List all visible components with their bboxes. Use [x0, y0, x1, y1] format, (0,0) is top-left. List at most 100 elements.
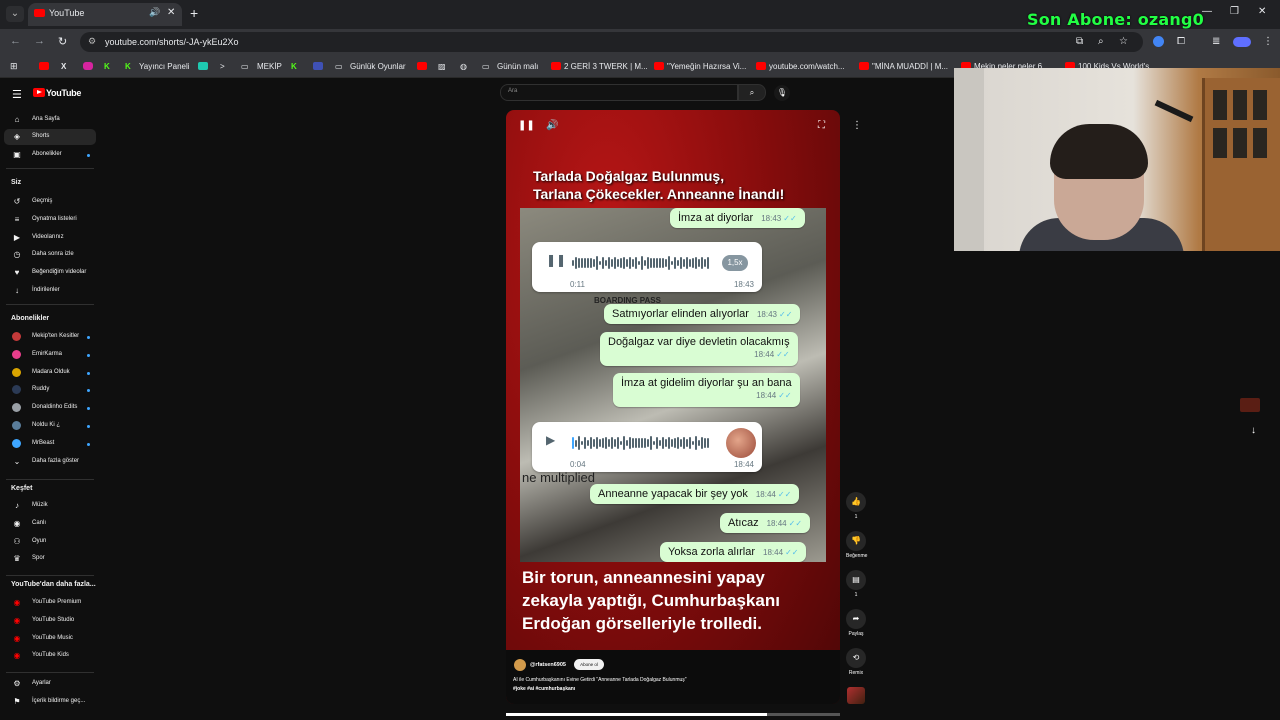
bookmark-label[interactable]: MEKİP: [257, 62, 282, 71]
tab-audio-icon[interactable]: 🔊: [149, 7, 160, 18]
sidebar-item-live[interactable]: ◉ Canlı: [4, 516, 96, 532]
volume-icon[interactable]: 🔊: [546, 120, 558, 131]
like-button[interactable]: 👍 1: [846, 492, 866, 520]
bookmark-label[interactable]: Günün malı: [497, 62, 538, 71]
bookmark-kick-icon[interactable]: K: [125, 62, 131, 71]
channel-name[interactable]: @rfatsen6905: [530, 662, 566, 668]
tab-close-icon[interactable]: ✕: [167, 7, 175, 18]
bookmark-youtube-icon[interactable]: [654, 62, 664, 70]
bookmark-kick-icon[interactable]: K: [291, 62, 297, 71]
url-text[interactable]: youtube.com/shorts/-JA-ykEu2Xo: [105, 37, 239, 47]
bookmark-x-icon[interactable]: X: [61, 62, 66, 71]
sidebar-item-youtube-product[interactable]: ◉ YouTube Kids: [4, 648, 96, 664]
subscribe-button[interactable]: Abone ol: [574, 659, 604, 670]
sidebar-subscription[interactable]: Noldu Ki ¿: [4, 418, 96, 434]
dislike-button[interactable]: 👎 Beğenme: [846, 531, 867, 559]
browser-tab[interactable]: YouTube 🔊 ✕: [28, 3, 182, 26]
menu-hamburger-icon[interactable]: ☰: [12, 88, 22, 101]
sidebar-subscription[interactable]: Madara Olduk: [4, 365, 96, 381]
folder-icon[interactable]: ▭: [335, 62, 343, 71]
bookmark-image-icon[interactable]: ▨: [438, 62, 446, 71]
sidebar-item-youtube-product[interactable]: ◉ YouTube Studio: [4, 613, 96, 629]
sidebar-item-youtube-product[interactable]: ◉ YouTube Premium: [4, 595, 96, 611]
youtube-logo-text[interactable]: YouTube: [46, 88, 81, 98]
bookmark-label[interactable]: Yayıncı Paneli: [139, 62, 190, 71]
sidebar-item-watch-later[interactable]: ◷ Daha sonra izle: [4, 247, 96, 263]
search-input[interactable]: Ara: [508, 88, 517, 94]
sidebar-item-flag[interactable]: ⚑ İçerik bildirme geç...: [4, 694, 96, 710]
folder-icon[interactable]: ▭: [241, 62, 249, 71]
search-icon[interactable]: ⌕: [738, 84, 766, 101]
bookmark-youtube-icon[interactable]: [756, 62, 766, 70]
zoom-icon[interactable]: ⌕: [1098, 36, 1104, 47]
back-icon[interactable]: ←: [10, 35, 21, 47]
sidebar-item-playlists[interactable]: ≡ Oynatma listeleri: [4, 212, 96, 228]
sidebar-item-youtube-product[interactable]: ◉ YouTube Music: [4, 631, 96, 647]
sidebar-item-subscriptions[interactable]: ▣ Abonelikler: [4, 147, 96, 163]
profile-avatar[interactable]: [1233, 37, 1251, 47]
pause-icon[interactable]: ❚❚: [518, 120, 535, 131]
bookmark-chevron-icon[interactable]: >: [220, 62, 225, 71]
media-control-icon[interactable]: ≣: [1212, 36, 1220, 47]
folder-icon[interactable]: ▭: [482, 62, 490, 71]
sound-thumbnail[interactable]: [847, 687, 865, 704]
install-app-icon[interactable]: ⧉: [1076, 36, 1083, 47]
sidebar-item-sports[interactable]: ♛ Spor: [4, 551, 96, 567]
sidebar-subscription[interactable]: EmirKarma: [4, 347, 96, 363]
apps-grid-icon[interactable]: ⊞: [10, 61, 18, 72]
sidebar-item-liked[interactable]: ♥ Beğendiğim videolar: [4, 265, 96, 281]
remix-button[interactable]: ⟲ Remix: [846, 648, 866, 676]
sidebar-subscription[interactable]: MrBeast: [4, 436, 96, 452]
sidebar-item-gaming[interactable]: ⚇ Oyun: [4, 534, 96, 550]
bookmark-label[interactable]: "Yemeğin Hazırsa Vi...: [667, 62, 746, 71]
reload-icon[interactable]: ↻: [58, 35, 67, 48]
bookmark-youtube-icon[interactable]: [551, 62, 561, 70]
bookmark-youtube-icon[interactable]: [417, 62, 427, 70]
window-close-icon[interactable]: ✕: [1258, 6, 1266, 17]
browser-menu-icon[interactable]: ⋮: [1263, 36, 1273, 47]
bookmark-label[interactable]: youtube.com/watch...: [769, 62, 845, 71]
bookmark-instagram-icon[interactable]: [83, 62, 93, 70]
sidebar-subscription[interactable]: Donaldinho Edits: [4, 400, 96, 416]
sidebar-show-more[interactable]: ⌄ Daha fazla göster: [4, 454, 96, 470]
bookmark-label[interactable]: Günlük Oyunlar: [350, 62, 406, 71]
more-options-icon[interactable]: ⋮: [852, 120, 862, 131]
share-button[interactable]: ➦ Paylaş: [846, 609, 866, 637]
restore-icon[interactable]: ❐: [1230, 6, 1239, 17]
sidebar-item-music[interactable]: ♪ Müzik: [4, 498, 96, 514]
forward-icon[interactable]: →: [34, 35, 45, 47]
channel-avatar[interactable]: [514, 659, 526, 671]
bookmark-app-icon[interactable]: [198, 62, 208, 70]
new-tab-icon[interactable]: +: [190, 5, 198, 21]
sidebar-item-settings[interactable]: ⚙ Ayarlar: [4, 676, 96, 692]
comments-button[interactable]: ▤ 1: [846, 570, 866, 598]
scroll-down-icon[interactable]: ↓: [1251, 425, 1256, 436]
shorts-video-player[interactable]: ❚❚ 🔊 ⛶ Tarlada Doğalgaz Bulunmuş, Tarlan…: [506, 110, 840, 704]
video-hashtags[interactable]: #joke #ai #cumhurbaşkanı: [513, 686, 575, 692]
bookmark-youtube-icon[interactable]: [859, 62, 869, 70]
fullscreen-icon[interactable]: ⛶: [818, 120, 825, 131]
address-bar[interactable]: ⚙ youtube.com/shorts/-JA-ykEu2Xo ⧉ ⌕ ☆: [80, 32, 1143, 52]
extensions-puzzle-icon[interactable]: ⧠: [1177, 36, 1185, 47]
search-box[interactable]: Ara: [500, 84, 738, 101]
bookmark-kick-icon[interactable]: K: [104, 62, 110, 71]
site-info-icon[interactable]: ⚙: [88, 36, 96, 47]
sidebar-subscription[interactable]: Mekip'ten Kesitler: [4, 329, 96, 345]
sidebar-item-shorts[interactable]: ◈ Shorts: [4, 129, 96, 145]
sidebar-heading-you[interactable]: Siz: [11, 179, 21, 186]
sidebar-item-downloads[interactable]: ↓ İndirilenler: [4, 283, 96, 299]
sidebar-subscription[interactable]: Ruddy: [4, 382, 96, 398]
tab-search-icon[interactable]: ⌄: [6, 6, 24, 22]
youtube-logo-icon[interactable]: [33, 88, 45, 97]
sidebar-item-your-videos[interactable]: ▶ Videolarınız: [4, 230, 96, 246]
extension-icon[interactable]: [1153, 36, 1164, 47]
bookmark-star-icon[interactable]: ☆: [1119, 36, 1128, 47]
bookmark-label[interactable]: "MİNA MUADDİ | M...: [872, 62, 948, 71]
sidebar-item-home[interactable]: ⌂ Ana Sayfa: [4, 112, 96, 128]
bookmark-app-icon[interactable]: [313, 62, 323, 70]
bookmark-label[interactable]: 2 GERİ 3 TWERK | M...: [564, 62, 648, 71]
microphone-icon[interactable]: 🎙: [774, 85, 790, 101]
bookmark-youtube-icon[interactable]: [39, 62, 49, 70]
sidebar-item-history[interactable]: ↺ Geçmiş: [4, 194, 96, 210]
video-progress-bar[interactable]: [506, 713, 840, 716]
